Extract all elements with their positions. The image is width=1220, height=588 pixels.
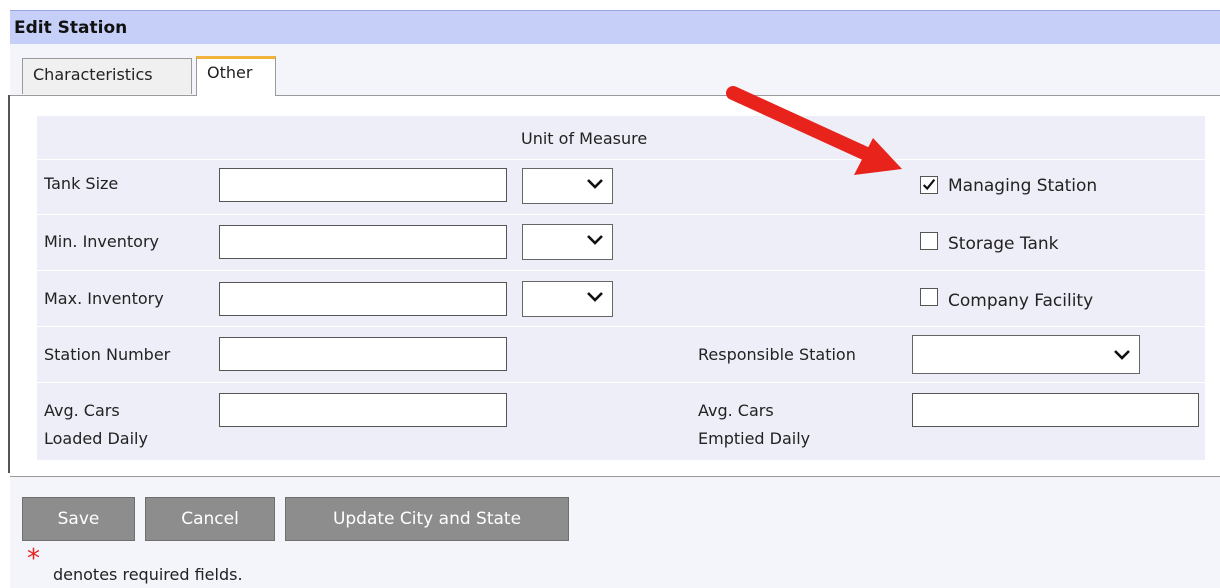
avg-emptied-label-line1: Avg. Cars: [698, 401, 774, 420]
required-asterisk: *: [27, 544, 40, 574]
storage-tank-checkbox[interactable]: [920, 232, 938, 250]
min-inventory-input[interactable]: [219, 225, 507, 259]
responsible-station-label: Responsible Station: [698, 345, 856, 364]
company-facility-checkbox[interactable]: [920, 288, 938, 306]
max-inventory-label: Max. Inventory: [44, 289, 164, 308]
title-bar: Edit Station: [10, 10, 1220, 44]
tank-size-label: Tank Size: [44, 174, 119, 193]
tab-other[interactable]: Other: [196, 56, 276, 96]
min-inventory-unit-select[interactable]: [522, 224, 613, 260]
avg-loaded-label-line2: Loaded Daily: [44, 429, 148, 448]
required-fields-note: denotes required fields.: [53, 565, 243, 584]
tab-characteristics[interactable]: Characteristics: [22, 58, 192, 94]
row-divider: [37, 270, 1205, 271]
tank-size-unit-select[interactable]: [522, 168, 613, 204]
row-divider: [37, 214, 1205, 215]
avg-cars-loaded-input[interactable]: [219, 393, 507, 427]
company-facility-label: Company Facility: [948, 291, 1094, 311]
responsible-station-select[interactable]: [912, 335, 1140, 374]
avg-loaded-label-line1: Avg. Cars: [44, 401, 120, 420]
max-inventory-input[interactable]: [219, 282, 507, 316]
row-divider: [37, 382, 1205, 383]
station-number-label: Station Number: [44, 345, 171, 364]
chevron-down-icon: [1114, 350, 1130, 360]
storage-tank-label: Storage Tank: [948, 234, 1059, 254]
chevron-down-icon: [587, 292, 603, 302]
max-inventory-unit-select[interactable]: [522, 281, 613, 317]
save-button[interactable]: Save: [22, 497, 135, 541]
row-divider: [37, 159, 1205, 160]
managing-station-checkbox[interactable]: [920, 176, 938, 194]
row-divider: [37, 326, 1205, 327]
page-title: Edit Station: [14, 18, 128, 38]
cancel-button[interactable]: Cancel: [145, 497, 275, 541]
min-inventory-label: Min. Inventory: [44, 232, 159, 251]
avg-emptied-label-line2: Emptied Daily: [698, 429, 811, 448]
managing-station-label: Managing Station: [948, 176, 1098, 196]
avg-cars-emptied-input[interactable]: [912, 393, 1199, 427]
unit-of-measure-header: Unit of Measure: [521, 129, 648, 148]
update-city-state-button[interactable]: Update City and State: [285, 497, 569, 541]
station-number-input[interactable]: [219, 337, 507, 371]
tank-size-input[interactable]: [219, 168, 507, 202]
chevron-down-icon: [587, 235, 603, 245]
chevron-down-icon: [587, 179, 603, 189]
frame-left-edge: [8, 95, 10, 473]
checkmark-icon: [922, 179, 936, 191]
